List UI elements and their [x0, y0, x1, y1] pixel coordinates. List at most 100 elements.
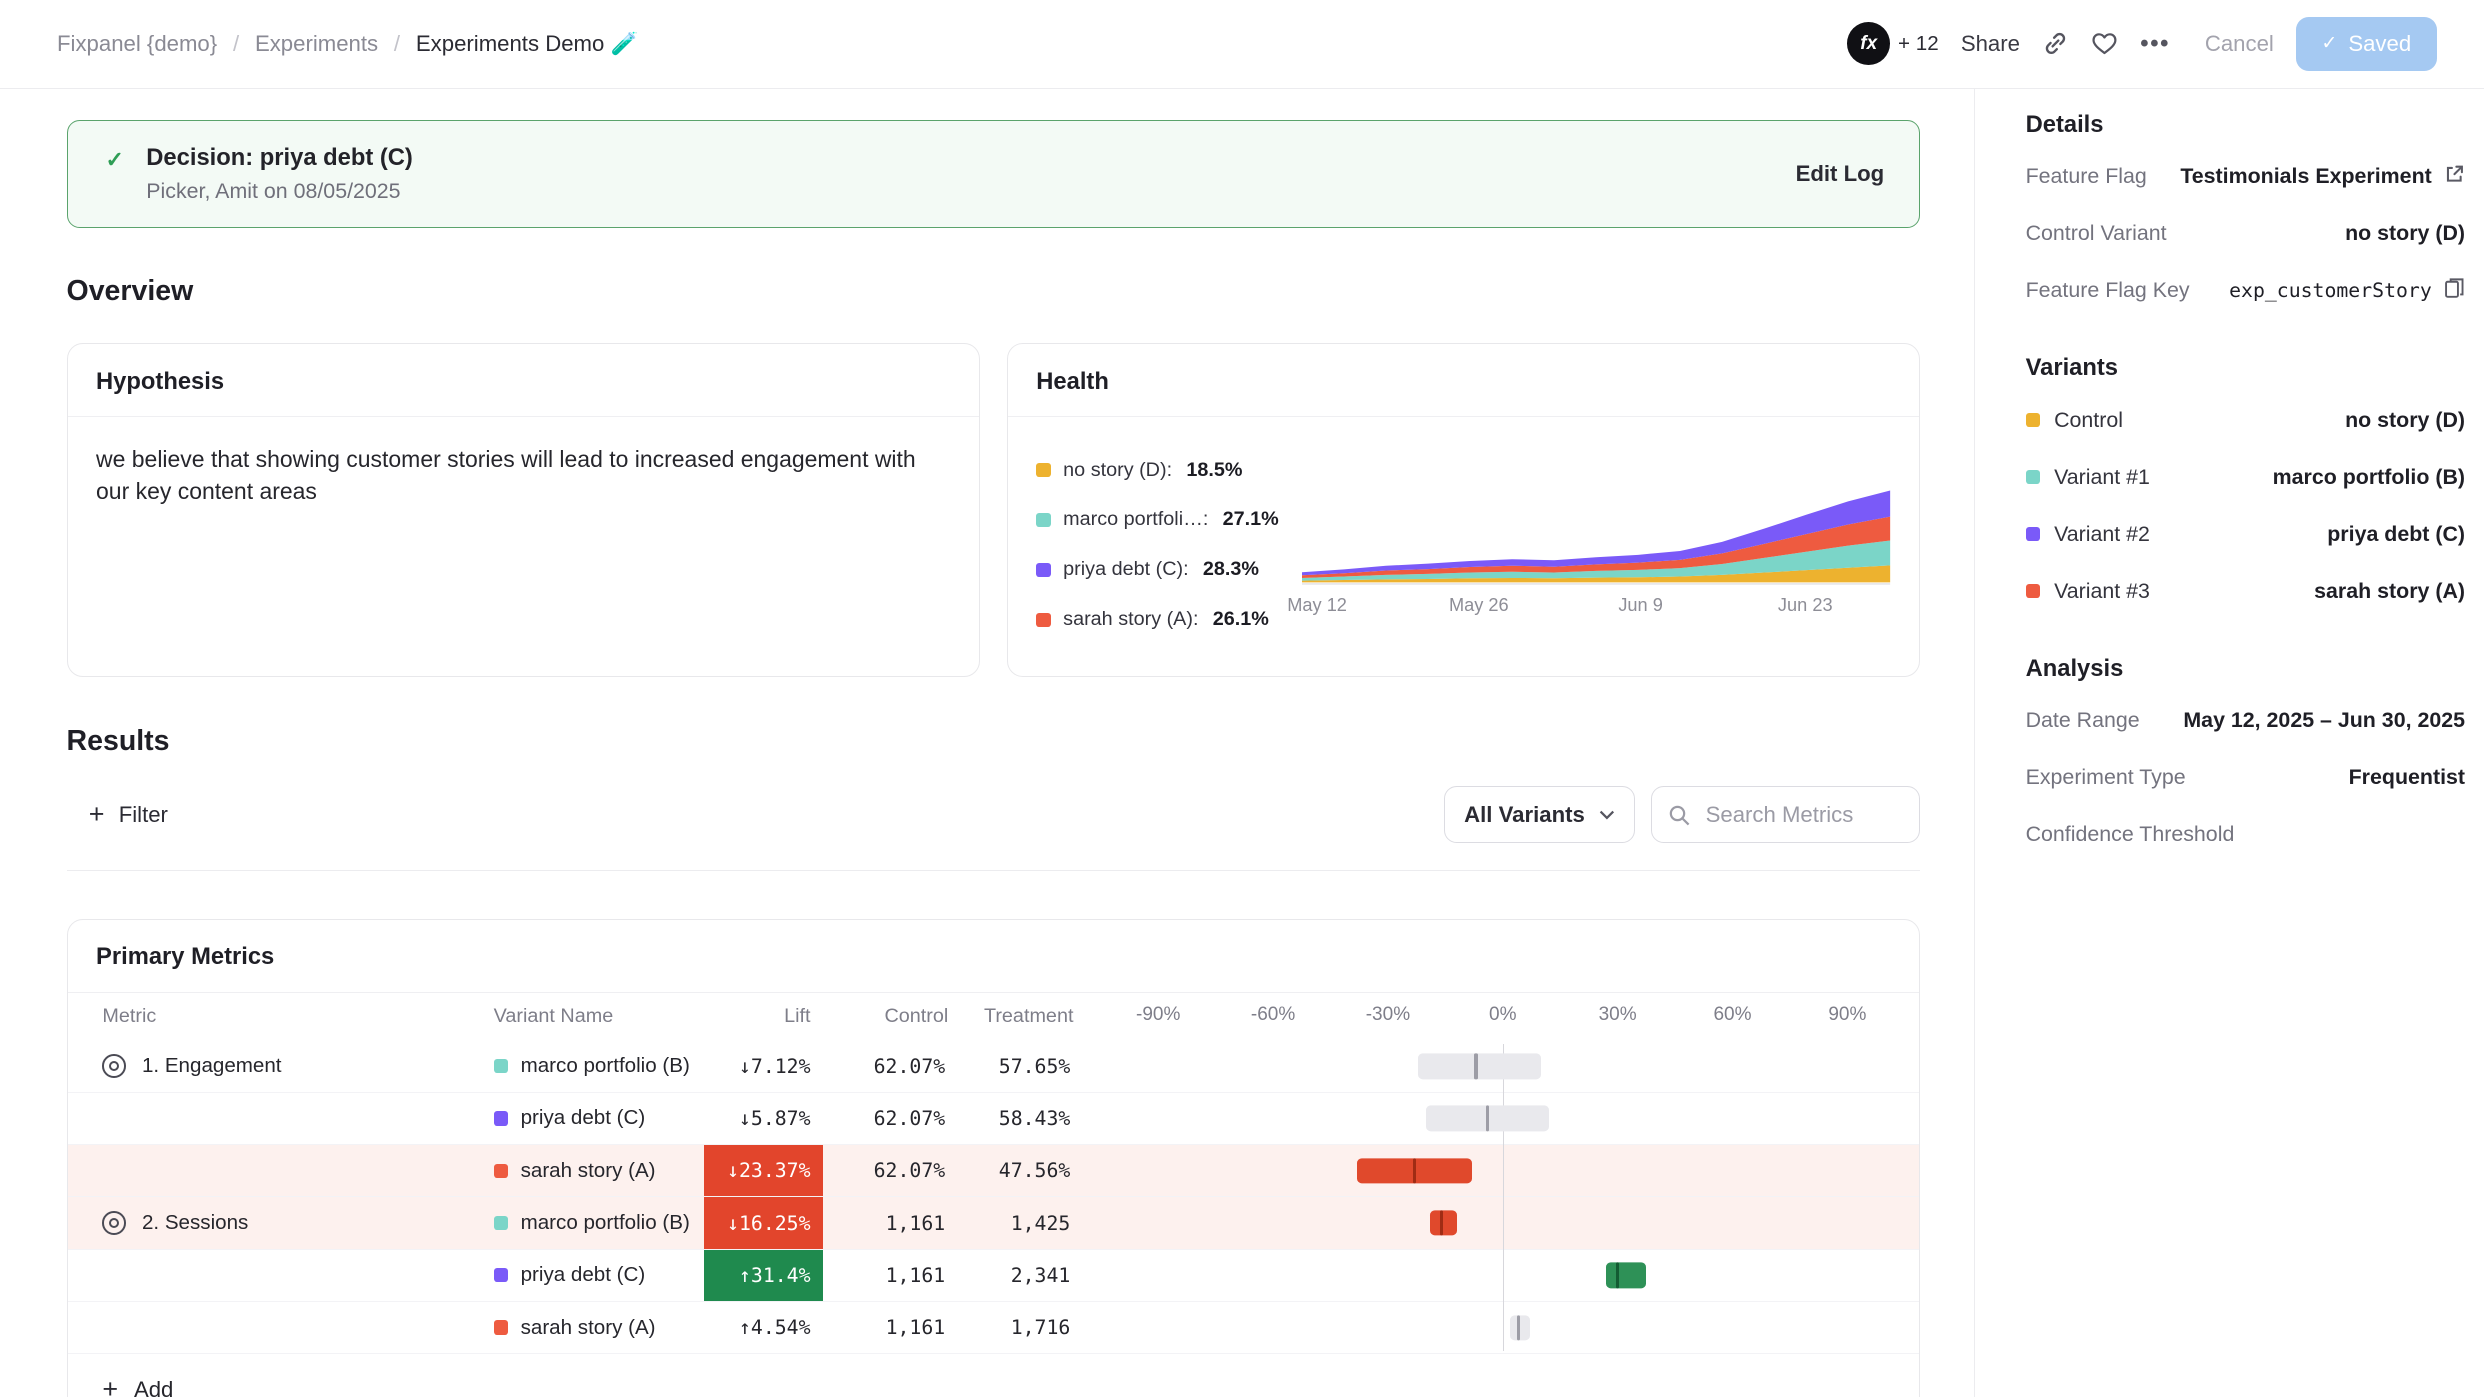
collaborators-count[interactable]: + 12	[1898, 32, 1939, 56]
breadcrumb-item[interactable]: Experiments	[255, 31, 378, 57]
avatar[interactable]: fx	[1847, 22, 1890, 65]
variant-swatch	[2026, 527, 2040, 541]
plus-icon: +	[102, 1376, 118, 1397]
favorite-icon[interactable]	[2091, 31, 2118, 56]
x-tick-label: May 26	[1449, 595, 1509, 616]
legend-value: 28.3%	[1203, 558, 1259, 581]
analysis-row: Date RangeMay 12, 2025 – Jun 30, 2025	[2026, 692, 2465, 749]
variant-value: marco portfolio (B)	[2273, 465, 2465, 490]
ci-axis: -90%-60%-30%0%30%60%90%	[1073, 993, 1917, 1041]
saved-label: Saved	[2348, 31, 2411, 57]
share-button[interactable]: Share	[1961, 31, 2020, 57]
ci-median-tick	[1486, 1106, 1489, 1131]
detail-label: Control Variant	[2026, 221, 2167, 246]
hypothesis-card: Hypothesis we believe that showing custo…	[67, 343, 980, 677]
analysis-label: Confidence Threshold	[2026, 822, 2235, 847]
axis-tick-label: -90%	[1136, 1004, 1180, 1026]
ci-median-tick	[1440, 1210, 1443, 1235]
table-row[interactable]: sarah story (A)↑4.54%1,1611,716	[68, 1302, 1920, 1354]
variant-name: marco portfolio (B)	[521, 1211, 690, 1235]
variant-swatch	[494, 1268, 508, 1282]
control-value: 1,161	[823, 1212, 948, 1235]
lift-value: ↓7.12%	[704, 1041, 823, 1092]
decision-text: Decision: priya debt (C) Picker, Amit on…	[146, 144, 413, 205]
control-value: 62.07%	[823, 1159, 948, 1182]
variant-rows: Controlno story (D)Variant #1marco portf…	[2026, 392, 2465, 620]
check-icon: ✓	[106, 147, 125, 205]
legend-label: marco portfoli…:	[1063, 508, 1208, 531]
lift-value: ↑4.54%	[704, 1302, 823, 1353]
external-link-icon[interactable]	[2444, 164, 2465, 191]
search-input[interactable]	[1651, 786, 1920, 843]
confidence-interval-bar	[1606, 1263, 1646, 1288]
table-row[interactable]: 1. Engagement marco portfolio (B) ↓7.12%62…	[68, 1041, 1920, 1093]
variant-key: Variant #3	[2026, 579, 2150, 604]
detail-value: exp_customerStory	[2229, 277, 2465, 304]
table-row[interactable]: priya debt (C)↑31.4%1,1612,341	[68, 1250, 1920, 1302]
treatment-value: 2,341	[948, 1264, 1073, 1287]
ci-median-tick	[1413, 1158, 1416, 1183]
table-row[interactable]: priya debt (C)↓5.87%62.07%58.43%	[68, 1093, 1920, 1145]
health-title: Health	[1008, 344, 1919, 417]
variant-swatch	[494, 1059, 508, 1073]
analysis-row: Confidence Threshold	[2026, 806, 2465, 863]
treatment-value: 47.56%	[948, 1159, 1073, 1182]
control-value: 62.07%	[823, 1055, 948, 1078]
analysis-value: May 12, 2025 – Jun 30, 2025	[2183, 708, 2465, 733]
table-row[interactable]: sarah story (A) ↓23.37%62.07%47.56%	[68, 1145, 1920, 1197]
control-value: 1,161	[823, 1264, 948, 1287]
variant-name: marco portfolio (B)	[521, 1054, 690, 1078]
variant-value: no story (D)	[2345, 408, 2465, 433]
clipboard-icon[interactable]	[2444, 277, 2465, 304]
plus-icon: +	[89, 801, 105, 828]
copy-link-icon[interactable]	[2042, 30, 2069, 57]
legend-value: 27.1%	[1223, 508, 1279, 531]
decision-title: Decision: priya debt (C)	[146, 144, 413, 172]
variant-key: Variant #2	[2026, 522, 2150, 547]
table-row[interactable]: 2. Sessionsmarco portfolio (B)↓16.25%1,1…	[68, 1197, 1920, 1249]
ci-median-tick	[1517, 1315, 1520, 1340]
lift-value: ↓23.37%	[704, 1145, 823, 1196]
metrics-table-header: Metric Variant Name Lift Control Treatme…	[68, 993, 1920, 1041]
breadcrumb-item[interactable]: Experiments Demo 🧪	[416, 31, 638, 57]
main-content: ✓ Decision: priya debt (C) Picker, Amit …	[0, 89, 1974, 1398]
variant-row: Variant #2priya debt (C)	[2026, 506, 2465, 563]
breadcrumb-item[interactable]: Fixpanel {demo}	[57, 31, 217, 57]
check-icon: ✓	[2321, 32, 2337, 55]
axis-tick-label: -30%	[1366, 1004, 1410, 1026]
results-divider	[67, 870, 1921, 871]
saved-button[interactable]: ✓ Saved	[2296, 17, 2437, 72]
legend-swatch	[1036, 513, 1050, 527]
add-metric-button[interactable]: + Add	[68, 1354, 174, 1397]
legend-value: 18.5%	[1186, 459, 1242, 482]
variant-name: sarah story (A)	[521, 1159, 656, 1183]
detail-value: no story (D)	[2345, 221, 2465, 246]
detail-label: Feature Flag Key	[2026, 278, 2190, 303]
metric-goal-icon	[102, 1211, 126, 1235]
more-options-icon[interactable]: •••	[2140, 30, 2170, 58]
axis-tick-label: 30%	[1599, 1004, 1637, 1026]
col-metric: Metric	[68, 1005, 494, 1028]
detail-row: Control Variant no story (D)	[2026, 205, 2465, 262]
edit-log-button[interactable]: Edit Log	[1796, 161, 1885, 187]
cancel-button[interactable]: Cancel	[2205, 31, 2274, 57]
variant-swatch	[494, 1320, 508, 1334]
control-value: 62.07%	[823, 1107, 948, 1130]
variants-dropdown[interactable]: All Variants	[1444, 786, 1635, 843]
ci-chart-cell	[1073, 1145, 1917, 1196]
x-tick-label: Jun 9	[1618, 595, 1663, 616]
chart-x-axis: May 12May 26Jun 9Jun 23	[1302, 592, 1890, 621]
primary-metrics-title: Primary Metrics	[68, 920, 1920, 993]
add-filter-button[interactable]: + Filter	[67, 801, 168, 828]
app-root: Fixpanel {demo}/Experiments/Experiments …	[0, 0, 2484, 1397]
health-card: Health no story (D):18.5% marco portfoli……	[1007, 343, 1920, 677]
search-metrics	[1651, 786, 1920, 843]
decision-banner: ✓ Decision: priya debt (C) Picker, Amit …	[67, 120, 1921, 227]
primary-metrics-card: Primary Metrics Metric Variant Name Lift…	[67, 919, 1921, 1398]
detail-row: Feature Flag Key exp_customerStory	[2026, 262, 2465, 319]
legend-item: no story (D):18.5%	[1036, 459, 1302, 482]
breadcrumb-separator: /	[233, 31, 239, 57]
lift-value: ↓5.87%	[704, 1093, 823, 1144]
lift-value: ↓16.25%	[704, 1197, 823, 1248]
metric-name: 1. Engagement	[142, 1054, 282, 1078]
